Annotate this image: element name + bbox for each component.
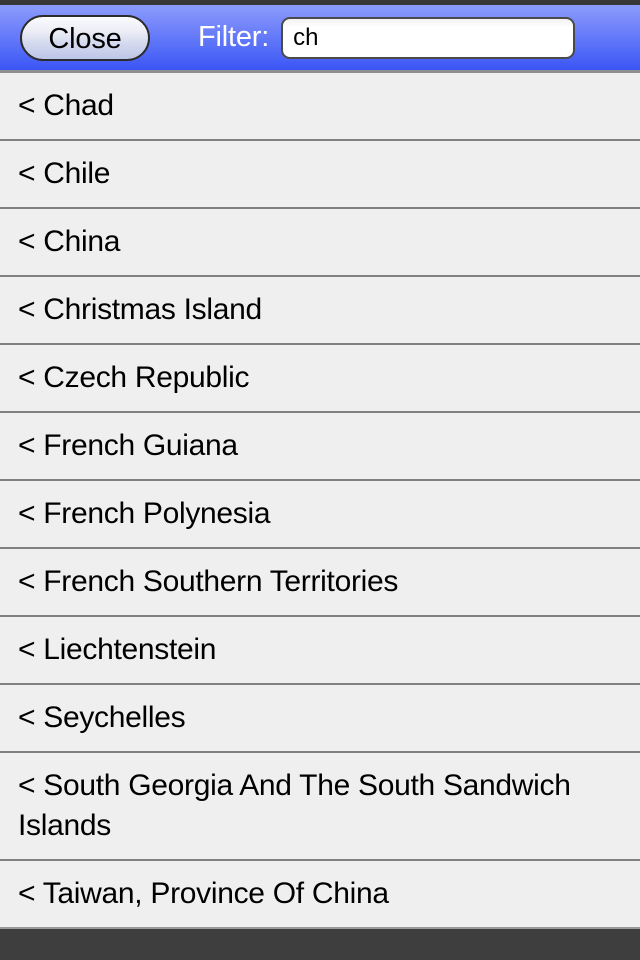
chevron-left-icon: < [18, 89, 44, 122]
chevron-left-icon: < [18, 225, 44, 258]
list-item[interactable]: < Liechtenstein [0, 617, 640, 685]
list-item[interactable]: < Taiwan, Province Of China [0, 861, 640, 927]
list-item-label: Christmas Island [43, 293, 262, 326]
chevron-left-icon: < [18, 769, 44, 802]
chevron-left-icon: < [18, 565, 44, 598]
list-item[interactable]: < Czech Republic [0, 345, 640, 413]
chevron-left-icon: < [18, 429, 44, 462]
filter-label: Filter: [198, 21, 270, 53]
list-item[interactable]: < French Guiana [0, 413, 640, 481]
list-item[interactable]: < Chad [0, 73, 640, 141]
chevron-left-icon: < [18, 497, 44, 530]
list-item-label: Chad [43, 89, 114, 122]
list-item[interactable]: < French Southern Territories [0, 549, 640, 617]
chevron-left-icon: < [18, 157, 44, 190]
close-button[interactable]: Close [20, 14, 150, 61]
chevron-left-icon: < [18, 633, 44, 666]
country-picker-screen: Close Filter: < Chad< Chile< China< Chri… [0, 0, 640, 960]
country-list[interactable]: < Chad < Chile < China < Christmas Island < … [0, 73, 640, 929]
list-item-label: French Polynesia [43, 497, 271, 530]
bottom-panel [0, 929, 640, 960]
list-item-label: Czech Republic [43, 361, 250, 394]
filter-input[interactable] [281, 16, 575, 59]
list-item-label: Liechtenstein [43, 633, 217, 666]
filter-toolbar: Close Filter: [0, 5, 640, 73]
chevron-left-icon: < [18, 361, 44, 394]
list-item-label: Taiwan, Province Of China [42, 877, 389, 910]
chevron-left-icon: < [18, 701, 44, 734]
list-item-label: South Georgia And The South Sandwich Isl… [18, 769, 571, 842]
list-item[interactable]: < Seychelles [0, 685, 640, 753]
list-item-label: China [43, 225, 121, 258]
chevron-left-icon: < [18, 293, 44, 326]
list-item-label: French Southern Territories [43, 565, 399, 598]
list-item[interactable]: < Chile [0, 141, 640, 209]
list-item[interactable]: < French Polynesia [0, 481, 640, 549]
list-item-label: French Guiana [43, 429, 238, 462]
chevron-left-icon: < [18, 877, 43, 910]
list-item-label: Chile [43, 157, 111, 190]
list-item[interactable]: < China [0, 209, 640, 277]
list-item-label: Seychelles [43, 701, 186, 734]
list-item[interactable]: < South Georgia And The South Sandwich I… [0, 753, 640, 861]
list-item[interactable]: < Christmas Island [0, 277, 640, 345]
